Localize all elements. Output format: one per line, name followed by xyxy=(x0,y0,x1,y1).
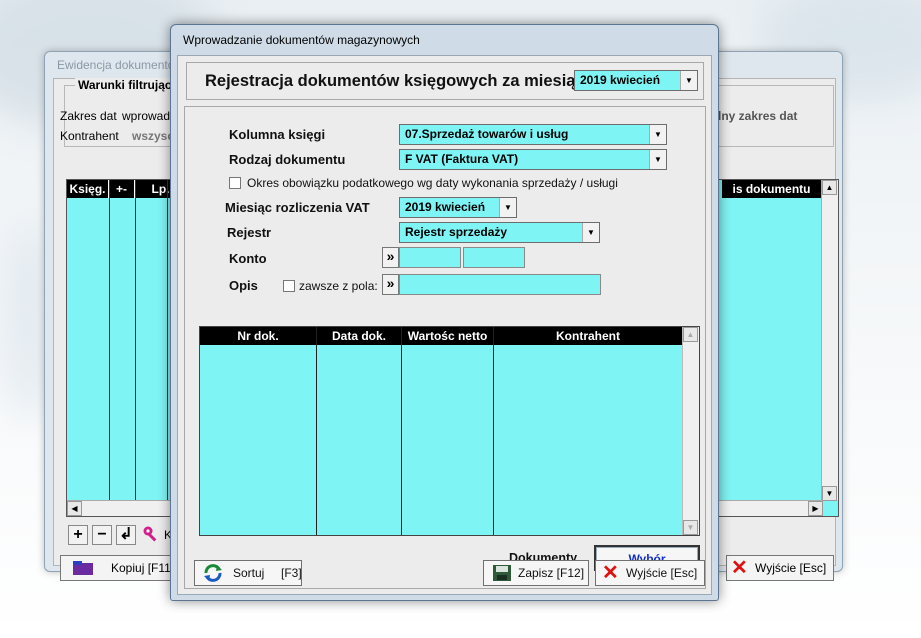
key-icon[interactable] xyxy=(142,525,160,543)
column-header[interactable]: Kontrahent xyxy=(494,327,682,345)
sort-button[interactable]: Sortuj [F3] xyxy=(194,560,302,586)
month-select-value: 2019 kwiecień xyxy=(580,73,661,87)
column-divider xyxy=(135,180,136,502)
column-divider xyxy=(493,327,494,535)
exit-button-label: Wyjście [Esc] xyxy=(626,566,698,580)
account-label: Konto xyxy=(229,251,267,266)
column-header[interactable]: Księg. xyxy=(67,180,109,198)
column-header[interactable]: Data dok. xyxy=(317,327,401,345)
column-divider xyxy=(316,327,317,535)
account-picker-button[interactable]: » xyxy=(382,247,399,268)
account-subfield[interactable] xyxy=(463,247,525,268)
column-header[interactable]: Wartośc netto xyxy=(402,327,493,345)
scroll-up-icon[interactable]: ▲ xyxy=(822,180,837,195)
chevron-down-icon[interactable]: ▼ xyxy=(582,223,599,242)
scroll-down-icon[interactable]: ▼ xyxy=(822,486,837,501)
ledger-column-select[interactable]: 07.Sprzedaż towarów i usług ▼ xyxy=(399,124,667,145)
ledger-column-value: 07.Sprzedaż towarów i usług xyxy=(405,127,569,141)
chevron-down-icon[interactable]: ▼ xyxy=(680,71,697,90)
month-select[interactable]: 2019 kwiecień ▼ xyxy=(574,70,698,91)
dialog-title: Wprowadzanie dokumentów magazynowych xyxy=(183,33,420,47)
copy-button[interactable]: Kopiuj [F11] xyxy=(60,555,180,581)
enter-icon[interactable]: ↲ xyxy=(116,525,136,545)
vat-month-value: 2019 kwiecień xyxy=(405,200,486,214)
date-range-label: Zakres dat xyxy=(60,109,117,123)
background-exit-button[interactable]: ✕ Wyjście [Esc] xyxy=(726,555,834,581)
tax-period-checkbox[interactable] xyxy=(229,177,241,189)
vertical-scrollbar[interactable]: ▲ ▼ xyxy=(821,180,838,501)
page-title: Rejestracja dokumentów księgowych za mie… xyxy=(205,72,585,90)
sort-button-label: Sortuj [F3] xyxy=(233,566,302,580)
save-icon xyxy=(492,564,512,582)
column-divider xyxy=(401,327,402,535)
exit-button[interactable]: ✕ Wyjście [Esc] xyxy=(595,560,705,586)
counterparty-value[interactable]: wszysc xyxy=(132,129,174,143)
folder-icon xyxy=(73,560,95,576)
register-label: Rejestr xyxy=(227,225,272,240)
add-button[interactable]: + xyxy=(68,525,88,545)
header-panel: Rejestracja dokumentów księgowych za mie… xyxy=(186,62,704,100)
account-field[interactable] xyxy=(399,247,461,268)
description-picker-button[interactable]: » xyxy=(382,274,399,295)
always-from-field-label: zawsze z pola: xyxy=(299,279,378,293)
date-range-value[interactable]: wprowad xyxy=(122,109,170,123)
doc-type-select[interactable]: F VAT (Faktura VAT) ▼ xyxy=(399,149,667,170)
vat-month-select[interactable]: 2019 kwiecień ▼ xyxy=(399,197,517,218)
background-window-title: Ewidencja dokumentó xyxy=(57,58,175,72)
column-header[interactable]: +- xyxy=(109,180,135,198)
chevron-down-icon[interactable]: ▼ xyxy=(649,150,666,169)
dialog-body: Rejestracja dokumentów księgowych za mie… xyxy=(177,55,712,595)
save-button-label: Zapisz [F12] xyxy=(518,566,585,580)
documents-grid[interactable]: Nr dok. Data dok. Wartośc netto Kontrahe… xyxy=(199,326,700,536)
always-from-field-checkbox[interactable] xyxy=(283,280,295,292)
scroll-left-icon[interactable]: ◀ xyxy=(67,501,82,516)
scroll-up-icon[interactable]: ▲ xyxy=(683,327,698,342)
counterparty-label: Kontrahent xyxy=(60,129,119,143)
close-icon: ✕ xyxy=(731,557,748,579)
chevron-down-icon[interactable]: ▼ xyxy=(649,125,666,144)
doc-type-label: Rodzaj dokumentu xyxy=(229,152,346,167)
doc-type-value: F VAT (Faktura VAT) xyxy=(405,152,519,166)
save-button[interactable]: Zapisz [F12] xyxy=(483,560,589,586)
refresh-icon xyxy=(203,564,223,582)
column-header[interactable]: is dokumentu xyxy=(722,180,822,198)
full-range-text: lny zakres dat xyxy=(718,109,798,123)
copy-button-label: Kopiuj [F11] xyxy=(111,561,175,575)
column-divider xyxy=(109,180,110,502)
ledger-column-label: Kolumna księgi xyxy=(229,127,326,142)
register-select[interactable]: Rejestr sprzedaży ▼ xyxy=(399,222,600,243)
register-value: Rejestr sprzedaży xyxy=(405,225,508,239)
grid-vertical-scrollbar[interactable]: ▲ ▼ xyxy=(682,327,699,535)
background-exit-label: Wyjście [Esc] xyxy=(755,561,827,575)
scroll-down-icon[interactable]: ▼ xyxy=(683,520,698,535)
filters-legend: Warunki filtrujące xyxy=(75,78,182,92)
form-panel: Kolumna księgi 07.Sprzedaż towarów i usł… xyxy=(184,106,706,589)
column-divider xyxy=(167,180,168,502)
remove-button[interactable]: − xyxy=(92,525,112,545)
vat-month-label: Miesiąc rozliczenia VAT xyxy=(225,200,370,215)
chevron-down-icon[interactable]: ▼ xyxy=(499,198,516,217)
tax-period-checkbox-label: Okres obowiązku podatkowego wg daty wyko… xyxy=(247,176,618,190)
scroll-right-icon[interactable]: ▶ xyxy=(808,501,823,516)
close-icon: ✕ xyxy=(602,562,619,584)
column-header[interactable]: Nr dok. xyxy=(200,327,316,345)
description-field[interactable] xyxy=(399,274,601,295)
documents-dialog: Wprowadzanie dokumentów magazynowych Rej… xyxy=(170,24,719,601)
description-label: Opis xyxy=(229,278,258,293)
